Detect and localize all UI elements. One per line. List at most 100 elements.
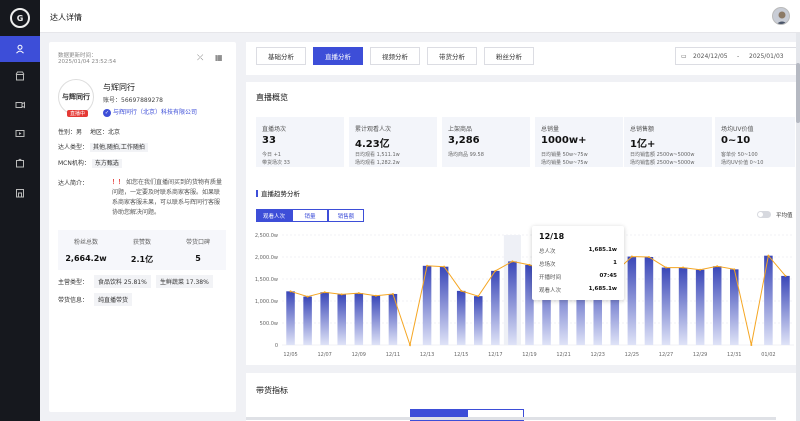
compare-icon[interactable]: ⤫	[197, 53, 203, 63]
card-label: 上架商品	[448, 126, 473, 133]
tab-goods[interactable]: 带货分析	[427, 47, 477, 65]
y-tick-label: 2,000.0w	[255, 255, 278, 261]
line-point	[733, 268, 736, 271]
tooltip-label: 开播时间	[539, 275, 562, 281]
calendar-icon: ▭	[681, 53, 687, 60]
trend-chart: 12/05 12/07 12/09 12/11 12/13 12/15 12/17 12/19…	[255, 233, 794, 358]
chart-tooltip: 12/18 总人次 1,685.1w 总场次 1 开播时间 07:45 观看人次 1,6…	[532, 226, 624, 300]
stat-likes: 获赞数 2.1亿	[114, 237, 170, 265]
line-point	[494, 269, 497, 272]
chart-tab-revenue[interactable]: 销售额	[328, 209, 364, 222]
chart-tab-sales[interactable]: 销量	[292, 209, 328, 222]
tab-video[interactable]: 视频分析	[370, 47, 420, 65]
profile-stats: 粉丝总数 2,664.2w 获赞数 2.1亿 带货口碑 5	[58, 230, 226, 270]
nav-live-icon[interactable]	[0, 121, 40, 147]
nav-video-icon[interactable]	[0, 92, 40, 118]
goods-tag: 纯直播带货	[94, 293, 133, 306]
chart-bar	[474, 296, 483, 345]
line-point	[750, 344, 753, 346]
intro-label: 达人简介：	[58, 180, 89, 187]
nav-store-icon[interactable]	[0, 180, 40, 206]
qrcode-icon[interactable]: ▦	[215, 53, 223, 62]
tab-live[interactable]: 直播分析	[313, 47, 363, 65]
chart-bar	[456, 290, 466, 345]
line-point	[357, 292, 360, 295]
line-point	[409, 344, 411, 346]
x-tick-label: 12/19	[522, 352, 536, 358]
user-avatar[interactable]	[772, 7, 790, 25]
x-tick-label: 12/11	[386, 352, 400, 358]
trend-title: 直播趋势分析	[256, 188, 300, 198]
tooltip-date: 12/18	[539, 232, 565, 241]
card-label: 累计观看人次	[355, 126, 392, 133]
x-tick-label: 12/21	[556, 352, 570, 358]
chart-bar	[320, 292, 329, 345]
average-toggle[interactable]	[757, 211, 771, 218]
y-tick-label: 1,500.0w	[255, 277, 278, 283]
line-point	[477, 295, 480, 298]
app-logo[interactable]: G	[10, 8, 30, 28]
region-value: 北京	[108, 129, 121, 136]
x-tick-label: 12/23	[591, 352, 605, 358]
line-point	[767, 254, 770, 257]
chart-bar	[354, 293, 364, 345]
tooltip-value: 1,685.1w	[588, 247, 617, 253]
card-sub: 日均销售额 2500w~5000w	[630, 152, 695, 158]
card-sub: 场均观看 1,282.2w	[355, 160, 400, 166]
card-label: 总销量	[541, 126, 560, 133]
vertical-scrollbar[interactable]	[796, 33, 800, 421]
metric-card: 场均UV价值 0~10 客单价 50~100 场均UV价值 0~10	[715, 117, 795, 167]
x-tick-label: 01/02	[761, 352, 775, 358]
date-start: 2024/12/05	[693, 53, 728, 60]
date-end: 2025/01/03	[749, 53, 784, 60]
y-tick-label: 0	[275, 343, 278, 349]
card-sub: 客单价 50~100	[721, 152, 758, 158]
goods-title: 带货指标	[256, 386, 288, 395]
date-range-picker[interactable]: ▭ 2024/12/05 - 2025/01/03	[675, 47, 800, 65]
mcn-label: MCN机构：	[58, 160, 90, 167]
line-point	[323, 291, 326, 294]
tab-basic[interactable]: 基础分析	[256, 47, 306, 65]
live-overview: 直播概览 直播场次 33 今日 +1 带货场次 33 累计观看人次 4.23亿 …	[246, 82, 800, 365]
average-label: 平均值	[776, 213, 793, 219]
nav-user-icon[interactable]	[0, 36, 40, 62]
nav-shop-icon[interactable]	[0, 63, 40, 89]
gender-label: 性别：	[58, 129, 77, 136]
chart-bar	[439, 266, 449, 345]
x-tick-label: 12/29	[693, 352, 707, 358]
x-tick-label: 12/05	[283, 352, 297, 358]
line-point	[306, 295, 309, 298]
chart-tab-views[interactable]: 观看人次	[256, 209, 292, 222]
card-sub: 日均观看 1,511.1w	[355, 152, 400, 158]
card-value: 3,286	[448, 135, 480, 146]
tab-fans[interactable]: 粉丝分析	[484, 47, 534, 65]
scrollbar-thumb[interactable]	[796, 63, 800, 123]
profile-panel: 数据更新时间： 2025/01/04 23:52:54 ⤫ ▦ 与辉同行 直播中…	[49, 42, 236, 412]
card-sub: 今日 +1	[262, 152, 281, 158]
y-tick-label: 500.0w	[260, 321, 278, 327]
line-point	[460, 289, 463, 292]
stat-value: 5	[195, 254, 201, 263]
category-label: 主营类型：	[58, 279, 89, 286]
chart-bar	[371, 295, 381, 345]
overview-title: 直播概览	[256, 93, 288, 102]
chart-bar	[644, 257, 654, 345]
line-point	[699, 268, 702, 271]
mcn-value: 东方甄选	[91, 159, 122, 168]
card-label: 场均UV价值	[721, 126, 754, 133]
horizontal-scrollbar[interactable]	[246, 417, 776, 420]
line-point	[511, 260, 514, 263]
profile-company[interactable]: ✓ 与辉同行（北京）科技有限公司	[103, 107, 197, 117]
profile-account: 账号：56697889278	[103, 97, 163, 104]
chart-bar	[303, 296, 312, 345]
line-point	[682, 266, 685, 269]
card-label: 直播场次	[262, 126, 287, 133]
line-point	[630, 255, 633, 258]
intro-warning: ！！	[112, 179, 125, 186]
nav-goods-icon[interactable]	[0, 150, 40, 176]
card-sub: 带货场次 33	[262, 160, 290, 166]
category-tag: 食品饮料 25.81%	[94, 275, 151, 288]
chart-bar	[781, 275, 790, 345]
tooltip-label: 总人次	[539, 249, 556, 255]
card-sub: 场均销量 50w~75w	[541, 160, 588, 166]
